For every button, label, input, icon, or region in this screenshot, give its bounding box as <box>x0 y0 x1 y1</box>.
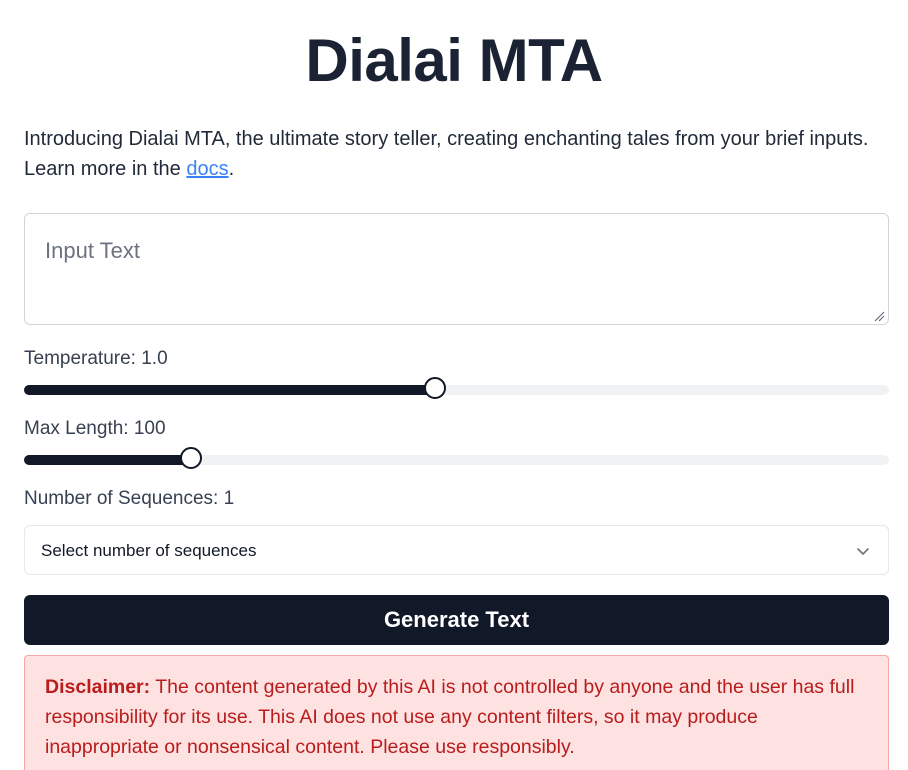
intro-paragraph: Introducing Dialai MTA, the ultimate sto… <box>24 124 884 184</box>
docs-link[interactable]: docs <box>186 158 228 180</box>
chevron-down-icon <box>857 548 869 555</box>
sequences-select-value: Select number of sequences <box>41 541 257 560</box>
disclaimer-text: The content generated by this AI is not … <box>45 676 855 758</box>
disclaimer-box: Disclaimer: The content generated by thi… <box>24 655 889 770</box>
temperature-slider-thumb[interactable] <box>424 377 446 399</box>
max-length-slider-thumb[interactable] <box>180 447 202 469</box>
max-length-slider[interactable] <box>24 447 889 469</box>
intro-text-end: . <box>228 158 235 180</box>
intro-text: Introducing Dialai MTA, the ultimate sto… <box>24 128 869 180</box>
generate-text-button[interactable]: Generate Text <box>24 595 889 645</box>
resize-grip-icon[interactable] <box>874 311 885 322</box>
max-length-label: Max Length: 100 <box>24 418 166 439</box>
sequences-label: Number of Sequences: 1 <box>24 488 235 509</box>
temperature-slider-fill <box>24 385 435 395</box>
temperature-label: Temperature: 1.0 <box>24 348 168 369</box>
app-root: Dialai MTA Introducing Dialai MTA, the u… <box>0 0 908 770</box>
temperature-slider[interactable] <box>24 377 889 399</box>
sequences-select[interactable]: Select number of sequences <box>24 525 889 575</box>
page-title: Dialai MTA <box>305 27 603 94</box>
max-length-slider-fill <box>24 455 191 465</box>
disclaimer-heading: Disclaimer: <box>45 676 151 698</box>
input-text-field[interactable] <box>24 213 889 325</box>
